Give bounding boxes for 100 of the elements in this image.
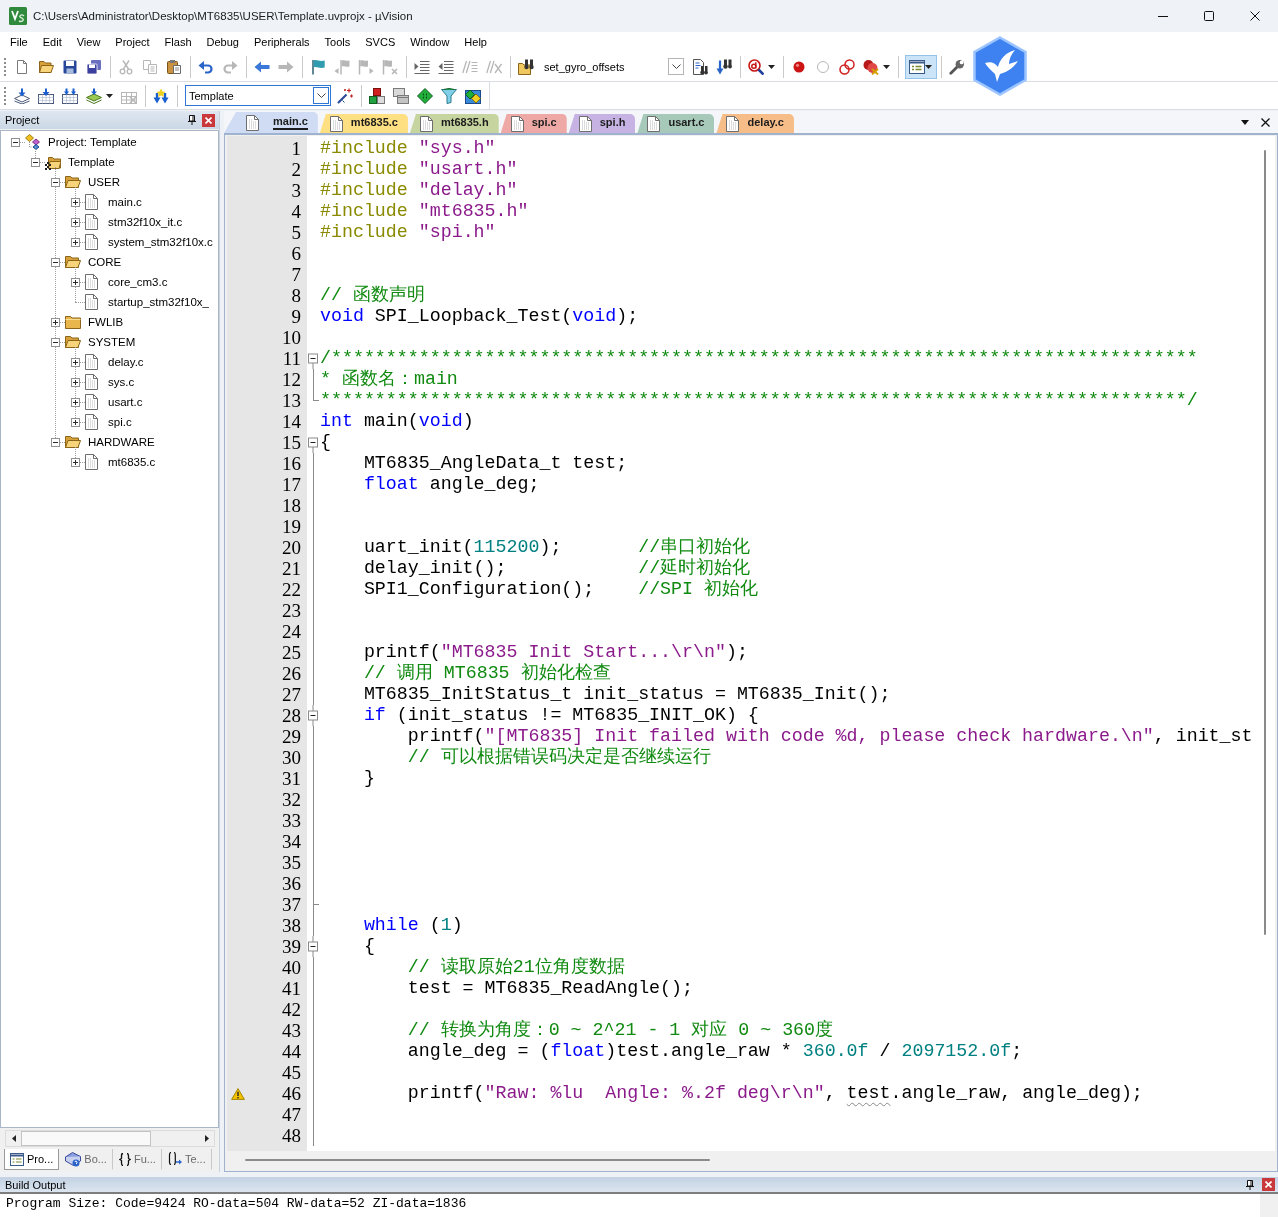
wrench-icon[interactable] [949, 58, 965, 75]
editor-tab[interactable]: mt6835.h [409, 114, 499, 133]
expand-icon[interactable] [70, 417, 80, 427]
panel-tab[interactable]: Te... [161, 1149, 212, 1170]
menu-item[interactable]: Edit [42, 36, 62, 48]
target-select[interactable]: Template [185, 85, 331, 106]
collapse-icon[interactable] [50, 257, 60, 267]
document-binoculars-icon[interactable] [692, 58, 708, 75]
collapse-icon[interactable] [50, 177, 60, 187]
undo-icon[interactable] [198, 58, 214, 75]
menu-item[interactable]: Project [115, 36, 150, 48]
editor-tab[interactable]: delay.c [716, 114, 794, 133]
scrollbar-thumb[interactable] [1264, 150, 1266, 935]
toolbar-grip[interactable] [3, 56, 7, 77]
collapse-icon[interactable] [50, 437, 60, 447]
save-all-icon[interactable] [86, 58, 102, 75]
tree-item[interactable]: CORE [88, 256, 122, 268]
indent-icon[interactable] [414, 58, 430, 75]
caret-icon[interactable] [106, 93, 113, 98]
dropdown-button[interactable] [668, 58, 684, 75]
dropdown-button[interactable] [313, 87, 329, 104]
menu-item[interactable]: SVCS [365, 36, 396, 48]
expand-icon[interactable] [70, 277, 80, 287]
menu-item[interactable]: Tools [324, 36, 351, 48]
tree-item[interactable]: SYSTEM [88, 336, 136, 348]
menu-item[interactable]: Help [464, 36, 487, 48]
tree-item[interactable]: main.c [108, 196, 142, 208]
chevron-down-icon[interactable] [316, 93, 326, 98]
hexagon-bird-icon[interactable] [973, 36, 1027, 96]
funnel-icon[interactable] [441, 87, 457, 104]
magnifier-icon[interactable] [748, 58, 764, 75]
caret-icon[interactable] [1241, 119, 1249, 125]
double-ring-icon[interactable] [839, 58, 855, 75]
collapse-icon[interactable] [30, 157, 40, 167]
magic-wand-icon[interactable] [337, 87, 353, 104]
editor-tab[interactable]: main.c [224, 112, 318, 133]
tree-item[interactable]: system_stm32f10x.c [108, 236, 213, 248]
diamond-icon[interactable] [417, 87, 433, 104]
grid-down-arrow-icon[interactable] [38, 87, 54, 104]
expand-icon[interactable] [50, 317, 60, 327]
new-file-icon[interactable] [14, 58, 30, 75]
tree-item[interactable]: mt6835.c [108, 456, 156, 468]
stack-down-arrow-icon[interactable] [14, 87, 30, 104]
fold-toggle-icon[interactable] [307, 705, 318, 726]
expand-icon[interactable] [70, 237, 80, 247]
scrollbar-track[interactable] [1260, 1194, 1278, 1217]
menu-item[interactable]: Flash [164, 36, 192, 48]
toggle-button[interactable] [905, 54, 937, 79]
collapse-icon[interactable] [10, 137, 20, 147]
tree-item[interactable]: HARDWARE [88, 436, 155, 448]
close-icon[interactable] [1261, 117, 1270, 127]
save-icon[interactable] [62, 58, 78, 75]
fold-toggle-icon[interactable] [307, 936, 318, 957]
window-list-icon[interactable] [909, 58, 925, 75]
pin-icon[interactable] [188, 115, 196, 125]
scroll-right-icon[interactable] [204, 1135, 209, 1142]
editor-tab[interactable]: spi.h [568, 114, 636, 133]
toolbar-grip[interactable] [3, 85, 7, 106]
scrollbar-thumb[interactable] [21, 1131, 151, 1146]
editor-tab[interactable]: usart.c [637, 114, 715, 133]
menu-item[interactable]: Debug [206, 36, 239, 48]
paste-icon[interactable] [166, 58, 182, 75]
minimize-icon[interactable] [1158, 15, 1168, 17]
tree-item[interactable]: spi.c [108, 416, 132, 428]
tree-item[interactable]: core_cm3.c [108, 276, 168, 288]
caret-icon[interactable] [925, 64, 932, 69]
layers-arrow-icon[interactable] [86, 87, 102, 104]
chevron-down-icon[interactable] [671, 64, 681, 69]
close-icon[interactable] [1250, 11, 1260, 21]
collapse-icon[interactable] [50, 337, 60, 347]
scroll-left-icon[interactable] [11, 1135, 16, 1142]
expand-icon[interactable] [70, 377, 80, 387]
binoculars-arrow-icon[interactable] [716, 58, 732, 75]
expand-icon[interactable] [70, 397, 80, 407]
tree-item[interactable]: Project: Template [48, 136, 137, 148]
app-icon[interactable] [9, 7, 27, 25]
outdent-icon[interactable] [438, 58, 454, 75]
caret-icon[interactable] [883, 64, 890, 69]
menu-item[interactable]: File [10, 36, 28, 48]
menu-item[interactable]: Peripherals [253, 36, 310, 48]
download-arrows-icon[interactable] [153, 87, 169, 104]
expand-icon[interactable] [70, 217, 80, 227]
menu-item[interactable]: View [76, 36, 101, 48]
expand-icon[interactable] [70, 357, 80, 367]
maximize-icon[interactable] [1204, 11, 1214, 21]
breakpoint-cross-icon[interactable] [863, 58, 879, 75]
panel-tab[interactable]: Bo... [59, 1149, 113, 1170]
tree-item[interactable]: delay.c [108, 356, 144, 368]
caret-icon[interactable] [768, 64, 775, 69]
tree-item[interactable]: sys.c [108, 376, 135, 388]
tree-item[interactable]: startup_stm32f10x_ [108, 296, 209, 308]
tree-item[interactable]: usart.c [108, 396, 143, 408]
panel-tab[interactable]: Pro... [4, 1149, 60, 1170]
tree-item[interactable]: Template [68, 156, 115, 168]
panel-tab[interactable]: Fu... [112, 1149, 162, 1170]
tree-item[interactable]: FWLIB [88, 316, 124, 328]
blocks-icon[interactable] [369, 87, 385, 104]
pin-icon[interactable] [1246, 1179, 1254, 1190]
tree-item[interactable]: USER [88, 176, 120, 188]
grid-double-arrow-icon[interactable] [62, 87, 78, 104]
